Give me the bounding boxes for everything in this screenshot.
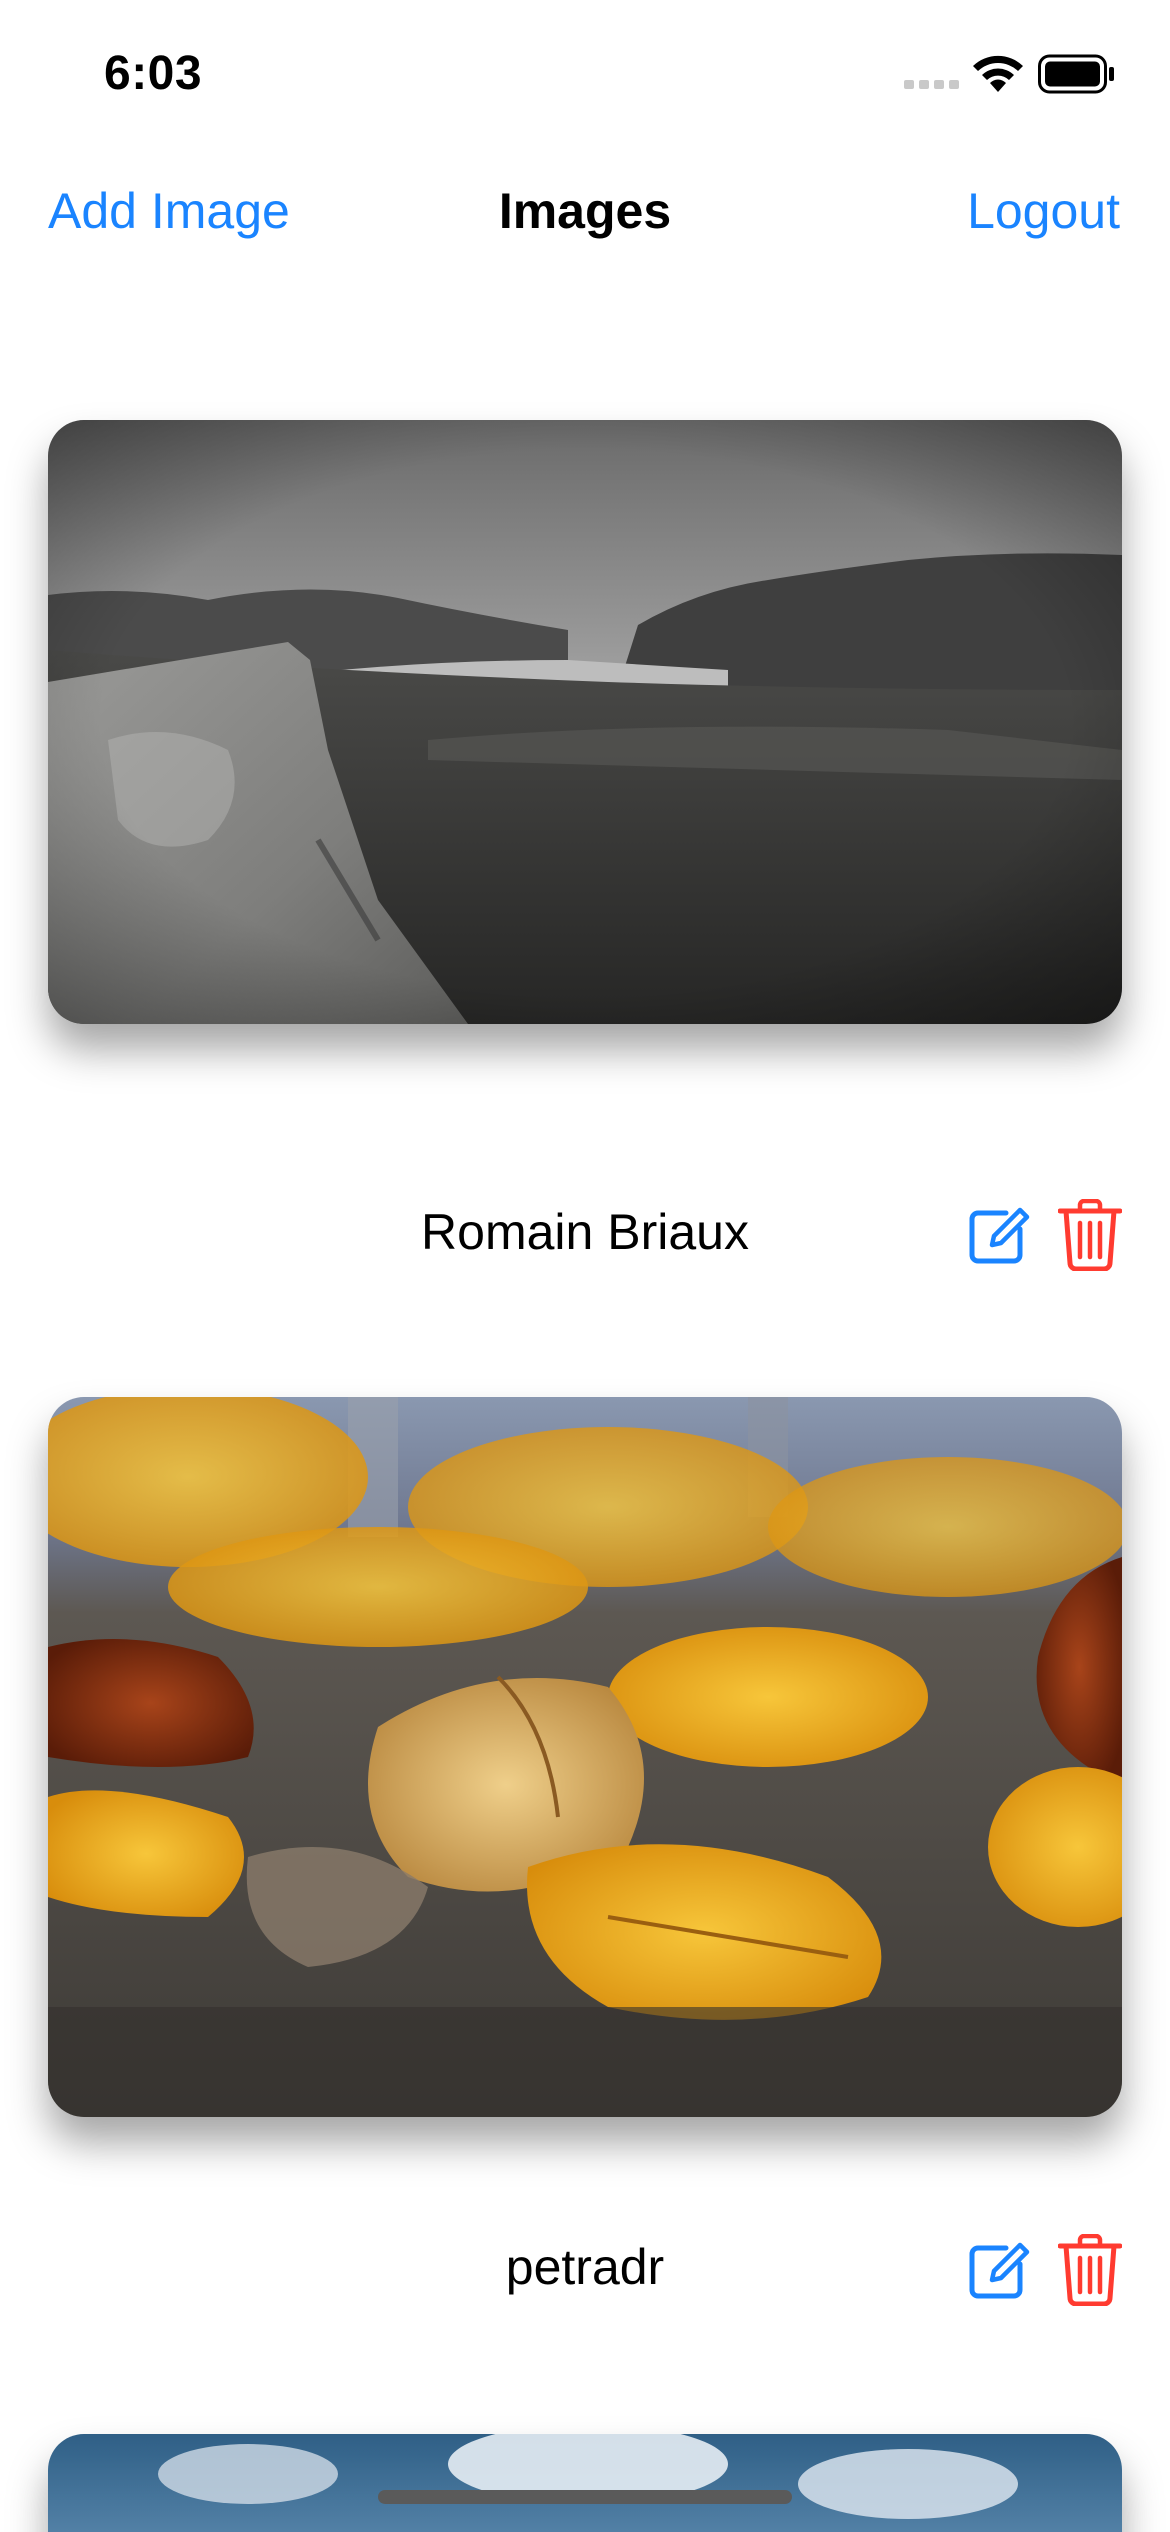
image-caption-row: Romain Briaux <box>0 1185 1170 1285</box>
image-caption-row: petradr <box>0 2220 1170 2320</box>
cellular-signal-icon <box>904 80 959 89</box>
trash-icon[interactable] <box>1058 1199 1122 1271</box>
trash-icon[interactable] <box>1058 2234 1122 2306</box>
feed-image[interactable] <box>48 1397 1122 2117</box>
feed-image[interactable] <box>48 2434 1122 2532</box>
edit-icon[interactable] <box>966 1203 1030 1267</box>
status-bar: 6:03 <box>0 0 1170 140</box>
navigation-bar: Images Add Image Logout <box>0 160 1170 260</box>
wifi-icon <box>973 55 1023 92</box>
add-image-button[interactable]: Add Image <box>48 182 290 240</box>
status-time: 6:03 <box>104 47 203 100</box>
home-indicator[interactable] <box>378 2490 792 2504</box>
feed-image[interactable] <box>48 420 1122 1024</box>
landscape-photo <box>48 420 1122 1024</box>
sky-photo <box>48 2434 1122 2532</box>
logout-button[interactable]: Logout <box>967 182 1120 240</box>
battery-icon <box>1038 54 1114 94</box>
autumn-leaves-photo <box>48 1397 1122 2117</box>
edit-icon[interactable] <box>966 2238 1030 2302</box>
